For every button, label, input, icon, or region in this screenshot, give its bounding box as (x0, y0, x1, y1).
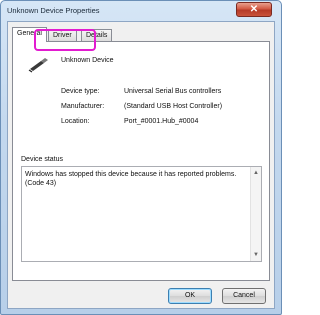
close-button[interactable]: ✕ (236, 2, 272, 17)
properties-dialog: Unknown Device Properties ✕ General Driv… (0, 0, 282, 315)
title-bar[interactable]: Unknown Device Properties ✕ (1, 1, 281, 21)
manufacturer-value: (Standard USB Host Controller) (124, 103, 223, 110)
ok-button[interactable]: OK (168, 288, 212, 304)
manufacturer-label: Manufacturer: (61, 103, 105, 110)
usb-device-icon (28, 58, 48, 73)
status-scrollbar[interactable]: ▲ ▼ (250, 167, 261, 261)
location-value: Port_#0001.Hub_#0004 (124, 118, 199, 125)
device-status-textbox[interactable]: Windows has stopped this device because … (21, 166, 262, 262)
device-type-label: Device type: (61, 88, 100, 95)
location-label: Location: (61, 118, 90, 125)
device-status-label: Device status (21, 156, 64, 163)
device-name: Unknown Device (61, 57, 114, 64)
close-icon: ✕ (249, 4, 259, 15)
window-title: Unknown Device Properties (7, 6, 100, 15)
device-status-text: Windows has stopped this device because … (25, 171, 237, 187)
scroll-up-icon[interactable]: ▲ (253, 170, 259, 176)
device-type-value: Universal Serial Bus controllers (124, 88, 222, 95)
scroll-down-icon[interactable]: ▼ (253, 252, 259, 258)
cancel-button[interactable]: Cancel (222, 288, 266, 304)
general-tab-panel: Unknown Device Device type: Universal Se… (12, 41, 270, 281)
dialog-client-area: General Driver Details Unknown Device De… (7, 21, 275, 309)
driver-tab-highlight (34, 29, 96, 51)
